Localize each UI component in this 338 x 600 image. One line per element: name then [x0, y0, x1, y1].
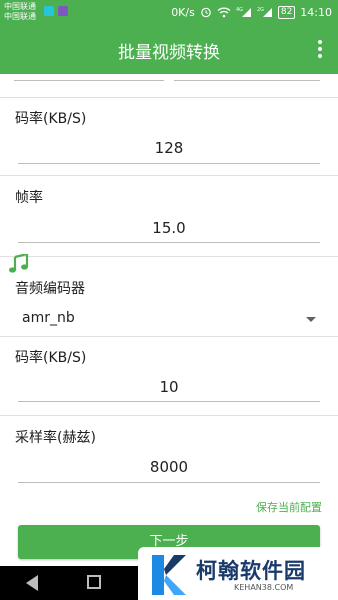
- svg-text:4G: 4G: [236, 7, 243, 13]
- save-config-link[interactable]: 保存当前配置: [256, 499, 322, 515]
- framerate-input[interactable]: 15.0: [18, 219, 320, 237]
- video-bitrate-input[interactable]: 128: [18, 139, 320, 157]
- notification-app-icon: [58, 6, 68, 16]
- carrier-line-2: 中国联通: [4, 12, 36, 21]
- divider: [0, 97, 338, 98]
- status-bar: 中国联通 中国联通 0K/s 4G 2G 82 14:10: [0, 0, 338, 24]
- divider: [0, 336, 338, 337]
- field-underline: [174, 80, 320, 81]
- field-underline: [18, 401, 320, 402]
- framerate-label: 帧率: [15, 190, 43, 206]
- kehan-logo-icon: [152, 555, 186, 595]
- field-underline: [14, 80, 164, 81]
- wifi-icon: [217, 7, 231, 18]
- field-underline: [18, 482, 320, 483]
- signal-icon: 4G: [236, 6, 252, 18]
- divider: [0, 256, 338, 257]
- audio-encoder-select[interactable]: amr_nb: [22, 310, 75, 326]
- back-icon[interactable]: [26, 575, 38, 591]
- battery-level: 82: [277, 5, 296, 19]
- field-underline: [18, 163, 320, 164]
- signal-icon: 2G: [257, 6, 273, 18]
- field-underline: [18, 242, 320, 243]
- svg-text:2G: 2G: [257, 7, 264, 13]
- music-note-icon: [9, 254, 29, 273]
- status-indicators: 0K/s 4G 2G 82 14:10: [171, 4, 332, 20]
- dropdown-arrow-icon[interactable]: [306, 317, 316, 322]
- audio-bitrate-label: 码率(KB/S): [15, 350, 87, 366]
- network-speed: 0K/s: [171, 5, 195, 19]
- settings-form: 码率(KB/S) 128 帧率 15.0 音频编码器 amr_nb 码率(KB/…: [0, 74, 338, 600]
- notification-app-icon: [44, 6, 54, 16]
- watermark: 柯翰软件园 KEHAN38.COM: [138, 547, 338, 600]
- samplerate-label: 采样率(赫兹): [15, 430, 96, 446]
- divider: [0, 175, 338, 176]
- video-bitrate-label: 码率(KB/S): [15, 111, 87, 127]
- carrier-line-1: 中国联通: [4, 2, 36, 11]
- recent-apps-icon[interactable]: [87, 575, 101, 589]
- divider: [0, 415, 338, 416]
- clock: 14:10: [300, 5, 332, 19]
- overflow-menu-icon[interactable]: [310, 37, 330, 61]
- audio-bitrate-input[interactable]: 10: [18, 378, 320, 396]
- page-title: 批量视频转换: [118, 43, 220, 63]
- app-bar: 批量视频转换: [0, 24, 338, 74]
- carrier-info: 中国联通 中国联通: [4, 2, 36, 22]
- audio-encoder-label: 音频编码器: [15, 281, 85, 297]
- alarm-icon: [200, 6, 212, 18]
- watermark-name: 柯翰软件园: [196, 559, 306, 583]
- watermark-url: KEHAN38.COM: [234, 583, 294, 592]
- samplerate-input[interactable]: 8000: [18, 458, 320, 476]
